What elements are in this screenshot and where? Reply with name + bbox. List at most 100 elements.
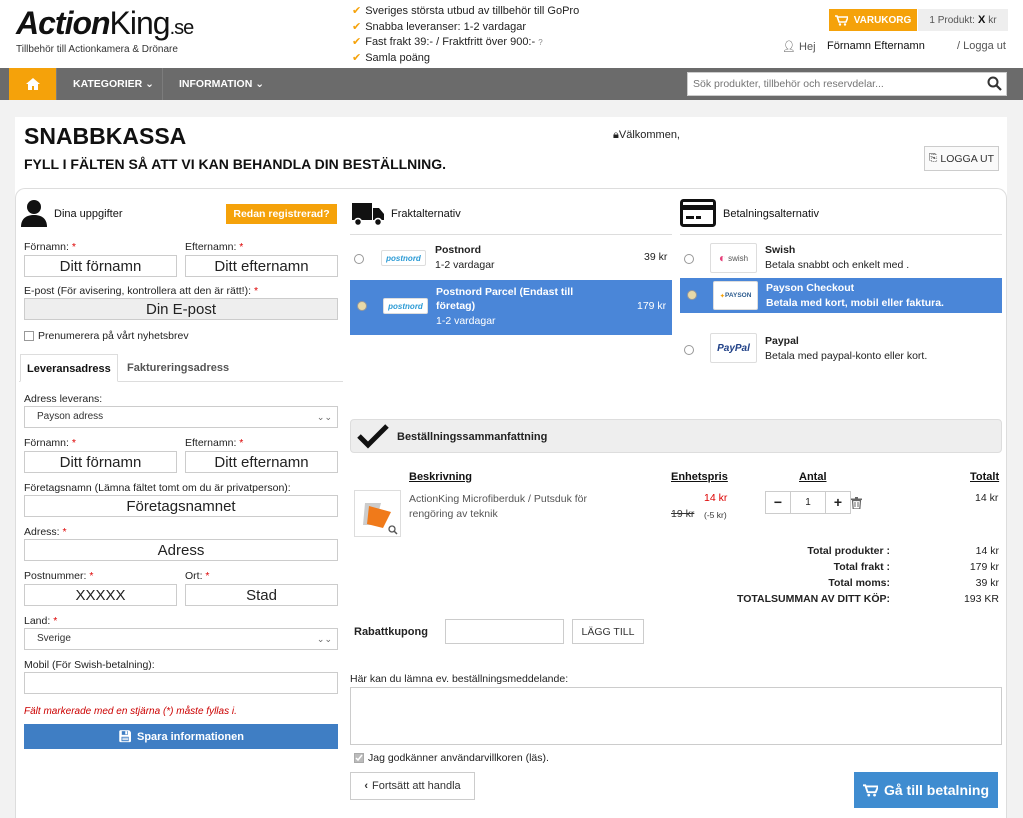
- search-icon[interactable]: [987, 76, 1002, 91]
- payment-option-name: Paypal: [765, 335, 799, 347]
- logout-icon: ⎘: [928, 152, 938, 164]
- email-label: E-post (För avisering, kontrollera att d…: [24, 285, 259, 297]
- grand-total-value: 193 KR: [963, 593, 999, 605]
- country-select[interactable]: Sverige ⌄⌄: [24, 628, 338, 650]
- payment-radio[interactable]: [684, 345, 694, 355]
- payment-option-paypal[interactable]: PayPal Paypal Betala med paypal-konto el…: [680, 332, 1002, 366]
- lastname-label: Efternamn: *: [185, 241, 244, 253]
- paypal-logo: PayPal: [710, 333, 757, 363]
- check-icon: ✔: [352, 36, 362, 48]
- user-icon: 👤︎: [782, 41, 796, 53]
- search-box: [687, 72, 1007, 96]
- address-input[interactable]: [24, 539, 338, 561]
- chevron-down-icon: ⌄⌄: [316, 634, 332, 644]
- terms-checkbox[interactable]: [354, 753, 364, 763]
- delivery-lastname-input[interactable]: [185, 451, 338, 473]
- shipping-option-postnord-parcel[interactable]: postnord Postnord Parcel (Endast till fö…: [350, 280, 672, 335]
- payson-logo: ✦ PAYSON: [713, 281, 758, 310]
- mobile-label: Mobil (För Swish-betalning):: [24, 659, 155, 671]
- save-icon: 💾︎: [118, 731, 132, 743]
- tab-faktureringsadress[interactable]: Faktureringsadress: [121, 354, 235, 382]
- shipping-radio-selected[interactable]: [357, 301, 367, 311]
- nav-kategorier[interactable]: KATEGORIER ⌄: [56, 68, 170, 100]
- payment-option-payson[interactable]: ✦ PAYSON Payson Checkout Betala med kort,…: [680, 278, 1002, 313]
- checkout-button[interactable]: Gå till betalning: [854, 772, 998, 808]
- total-shipping-label: Total frakt :: [833, 561, 890, 573]
- registered-badge[interactable]: Redan registrerad?: [226, 204, 337, 224]
- usp-item: ✔ Fast frakt 39:- / Fraktfritt över 900:-…: [352, 36, 543, 48]
- nav-information[interactable]: INFORMATION ⌄: [162, 68, 280, 100]
- coupon-input[interactable]: [445, 619, 564, 644]
- mobile-input[interactable]: [24, 672, 338, 694]
- cart-button[interactable]: VARUKORG: [829, 9, 917, 31]
- coupon-add-button[interactable]: LÄGG TILL: [572, 619, 644, 644]
- shipping-radio[interactable]: [354, 254, 364, 264]
- shipping-option-desc: 1-2 vardagar: [435, 259, 495, 271]
- save-button[interactable]: 💾︎ Spara informationen: [24, 724, 338, 749]
- chevron-down-icon: ⌄: [255, 78, 265, 90]
- check-icon: [355, 754, 363, 762]
- company-input[interactable]: [24, 495, 338, 517]
- home-icon: [25, 78, 40, 90]
- cart-icon: [862, 783, 878, 796]
- firstname-label: Förnamn: *: [24, 241, 76, 253]
- city-input[interactable]: [185, 584, 338, 606]
- usp-item: ✔ Sveriges största utbud av tillbehör til…: [352, 5, 580, 17]
- delivery-lastname-label: Efternamn: *: [185, 437, 244, 449]
- logo-tagline: Tillbehör till Actionkamera & Drönare: [16, 44, 178, 55]
- home-button[interactable]: [9, 68, 56, 100]
- terms-label[interactable]: Jag godkänner användarvillkoren (läs).: [368, 752, 549, 764]
- trash-icon[interactable]: [851, 497, 862, 509]
- continue-shopping-button[interactable]: ‹ Fortsätt att handla: [350, 772, 475, 800]
- shipping-heading: Fraktalternativ: [391, 208, 461, 220]
- search-input[interactable]: [688, 73, 978, 95]
- usp-item: ✔ Snabba leveranser: 1-2 vardagar: [352, 20, 527, 33]
- cart-summary[interactable]: 1 Produkt: X kr: [918, 9, 1008, 31]
- header-logout-link[interactable]: / Logga ut: [957, 40, 1006, 52]
- postal-input[interactable]: [24, 584, 177, 606]
- grand-total-label: TOTALSUMMAN AV DITT KÖP:: [736, 593, 890, 605]
- payment-option-swish[interactable]: ◐ swish Swish Betala snabbt och enkelt me…: [680, 242, 1002, 276]
- delivery-firstname-label: Förnamn: *: [24, 437, 76, 449]
- logo-tld: .se: [169, 17, 195, 39]
- check-icon: ✔: [352, 5, 362, 17]
- address-select[interactable]: Payson adress ⌄⌄: [24, 406, 338, 428]
- truck-icon: [352, 203, 384, 227]
- product-name[interactable]: ActionKing Microfiberduk / Putsduk för r…: [409, 492, 609, 522]
- logout-button[interactable]: ⎘ LOGGA UT: [924, 146, 999, 171]
- postnord-logo: postnord: [383, 298, 428, 314]
- shipping-option-name: Postnord Parcel (Endast till företag): [436, 286, 574, 312]
- country-label: Land: *: [24, 615, 58, 627]
- message-textarea[interactable]: [350, 687, 1002, 745]
- col-description: Beskrivning: [409, 471, 472, 483]
- col-total: Totalt: [970, 471, 1000, 483]
- delivery-firstname-input[interactable]: [24, 451, 177, 473]
- site-logo[interactable]: ActionKing.se Tillbehör till Actionkamer…: [16, 6, 195, 55]
- coupon-label: Rabattkupong: [354, 626, 428, 638]
- user-name[interactable]: Förnamn Efternamn: [827, 40, 925, 52]
- shipping-option-postnord[interactable]: postnord Postnord 1-2 vardagar 39 kr: [350, 242, 672, 276]
- cart-total-x: X: [977, 14, 986, 26]
- total-vat-value: 39 kr: [975, 577, 999, 589]
- qty-plus-button[interactable]: +: [825, 491, 851, 514]
- product-thumbnail[interactable]: [354, 490, 401, 537]
- lastname-input[interactable]: [185, 255, 338, 277]
- usp-list: ✔ Sveriges största utbud av tillbehör til…: [352, 4, 579, 66]
- qty-input[interactable]: 1: [790, 491, 826, 514]
- payment-radio-selected[interactable]: [687, 290, 697, 300]
- check-icon: ✔: [352, 51, 362, 64]
- address-select-label: Adress leverans:: [24, 393, 103, 405]
- firstname-input[interactable]: [24, 255, 177, 277]
- postal-label: Postnummer: *: [24, 570, 94, 582]
- swish-logo: ◐ swish: [710, 243, 757, 273]
- qty-minus-button[interactable]: −: [765, 491, 791, 514]
- shipping-option-price: 179 kr: [637, 300, 667, 312]
- product-old-price: 19 kr: [671, 508, 695, 520]
- email-input[interactable]: [24, 298, 338, 320]
- tab-leveransadress[interactable]: Leveransadress: [20, 354, 118, 382]
- payment-radio[interactable]: [684, 254, 694, 264]
- product-total: 14 kr: [975, 492, 999, 504]
- page-title: SNABBKASSA: [24, 123, 187, 149]
- newsletter-checkbox[interactable]: [24, 331, 34, 341]
- info-icon[interactable]: ?: [538, 38, 542, 47]
